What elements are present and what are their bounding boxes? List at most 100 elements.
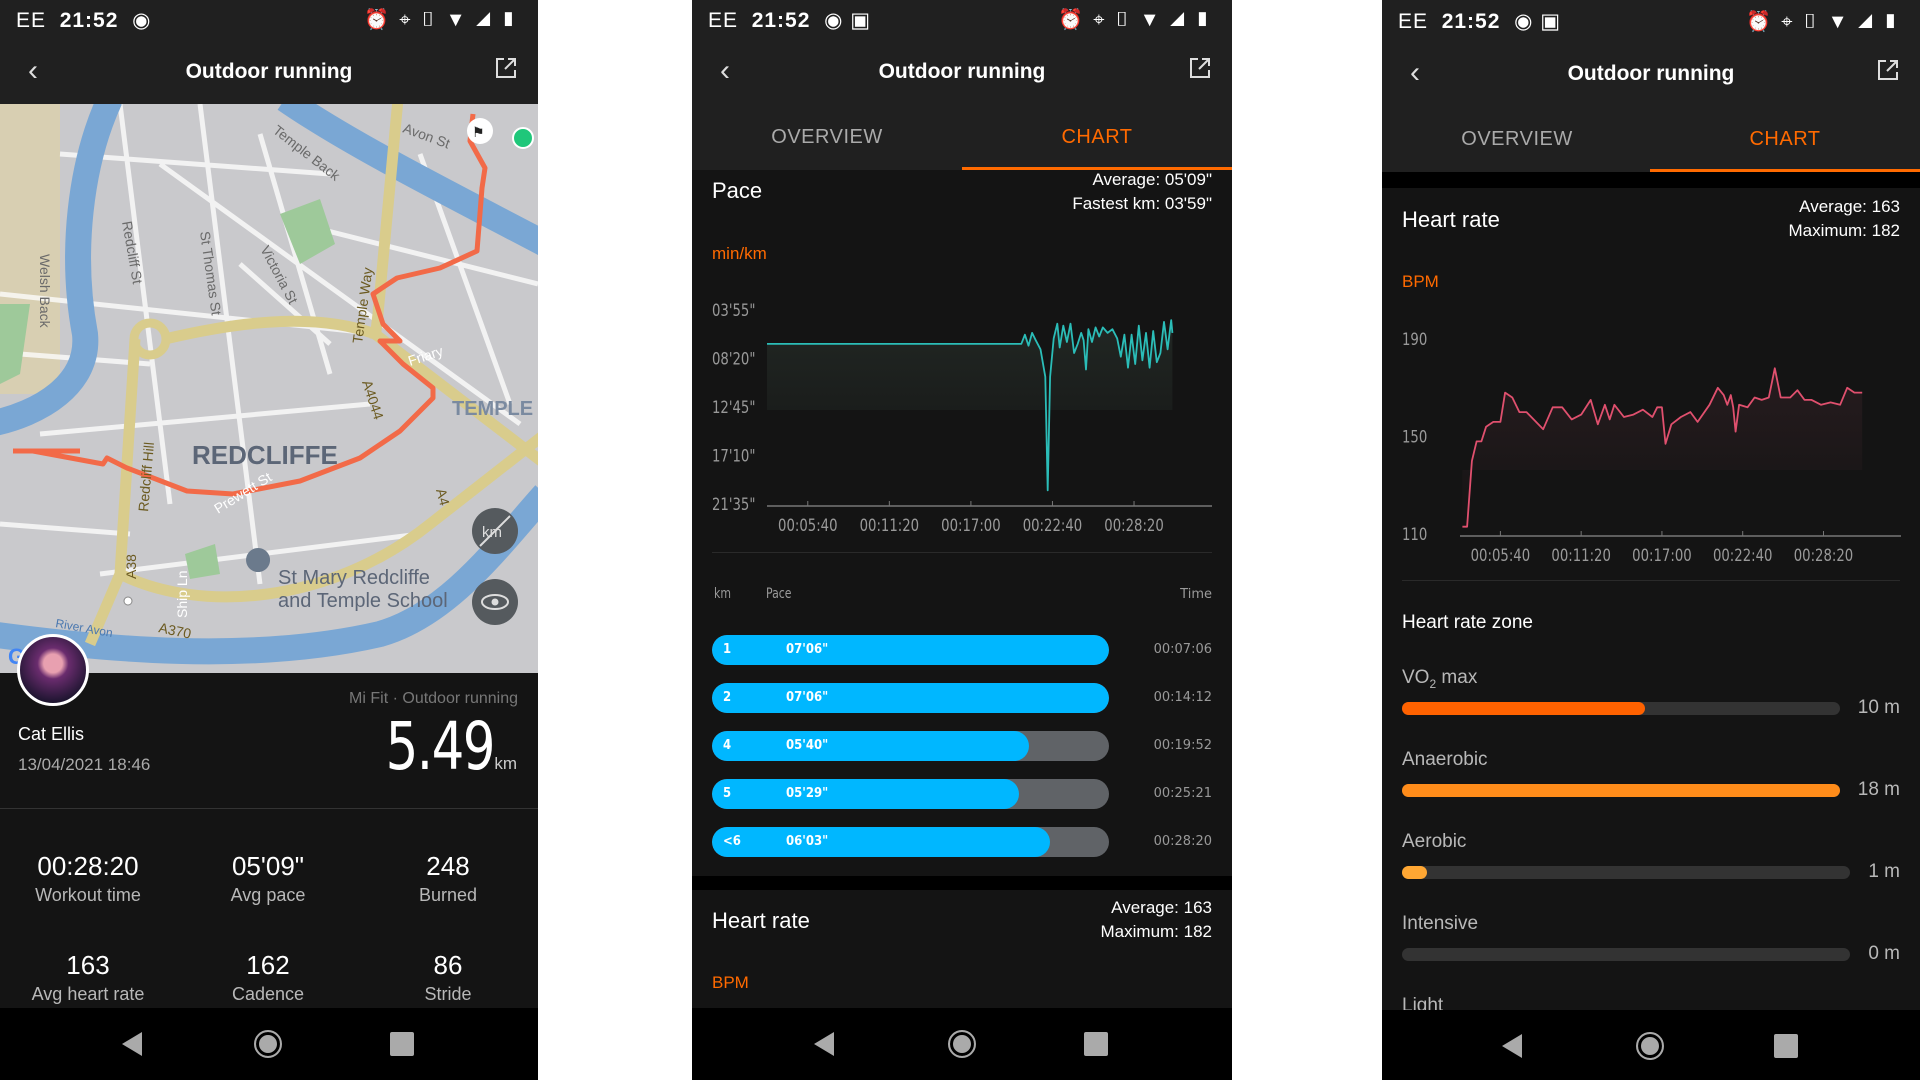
- hr-average: Average: 163: [1799, 197, 1900, 216]
- clock: 21:52: [751, 9, 811, 32]
- map-label: and Temple School: [278, 590, 448, 612]
- distance: 5.49km: [355, 708, 517, 785]
- x-tick-label: 00:28:20: [1794, 545, 1854, 565]
- hr-maximum: Maximum: 182: [1788, 221, 1900, 240]
- nav-home-icon[interactable]: [1636, 1032, 1664, 1060]
- zone-label: VO2 max: [1402, 667, 1478, 691]
- x-tick-label: 00:28:20: [1104, 515, 1164, 535]
- split-pace: 06'03": [786, 834, 829, 849]
- tab-bar: OVERVIEW CHART: [692, 104, 1232, 170]
- tab-chart[interactable]: CHART: [1650, 128, 1920, 151]
- zone-label: Intensive: [1402, 913, 1479, 934]
- stat-label: Stride: [424, 984, 472, 1004]
- overview-screen: EE 21:52 ◉ ⏰⌖▯▼◢▮ ‹ Outdoor running Temp…: [0, 0, 538, 1080]
- android-nav-bar: [692, 1008, 1232, 1080]
- split-bar-fill: [712, 635, 1109, 665]
- stat-label: Cadence: [231, 984, 305, 1004]
- split-time: 00:19:52: [1153, 738, 1212, 753]
- vibrate-icon: ▯: [1114, 9, 1140, 31]
- app-header: ‹ Outdoor running: [692, 40, 1232, 104]
- pace-fastest: Fastest km: 03'59": [1072, 194, 1212, 213]
- split-pace: 07'06": [786, 690, 829, 705]
- stat-value: 162: [246, 950, 290, 980]
- col-pace: Pace: [766, 586, 792, 602]
- y-tick-label: 12'45": [712, 397, 755, 417]
- clock: 21:52: [59, 9, 119, 32]
- area-fill: [1462, 368, 1863, 527]
- y-tick-label: 21'35": [712, 494, 755, 514]
- stat-value: 00:28:20: [37, 851, 139, 881]
- divider: [0, 808, 538, 809]
- zone-bar: [1402, 866, 1850, 879]
- nav-back-icon[interactable]: [814, 1032, 834, 1056]
- x-tick-label: 00:22:40: [1023, 515, 1083, 535]
- x-tick-label: 00:17:00: [941, 515, 1001, 535]
- nav-recents-icon[interactable]: [1774, 1034, 1798, 1058]
- nav-home-icon[interactable]: [948, 1030, 976, 1058]
- zone-bar: [1402, 948, 1850, 961]
- zone-value: 18 m: [1857, 779, 1900, 800]
- share-icon[interactable]: [494, 56, 518, 80]
- zones-title: Heart rate zone: [1402, 612, 1533, 633]
- x-tick-label: 00:17:00: [1632, 545, 1692, 565]
- zone-bar-fill: [1402, 784, 1840, 797]
- stat-label: Burned: [418, 885, 478, 905]
- play-circle-icon: ◉: [132, 9, 152, 32]
- zone-bar-fill: [1402, 866, 1427, 879]
- image-icon: ▣: [1540, 10, 1562, 33]
- share-icon[interactable]: [1876, 58, 1900, 82]
- map-label: St Mary Redcliffe: [278, 567, 430, 589]
- zone-bar: [1402, 784, 1840, 797]
- zone-label: Anaerobic: [1402, 749, 1488, 770]
- alarm-icon: ⏰: [364, 9, 400, 31]
- share-icon[interactable]: [1188, 56, 1212, 80]
- svg-text:⚑: ⚑: [472, 124, 485, 140]
- split-pace: 05'40": [786, 738, 829, 753]
- avatar[interactable]: [17, 634, 89, 706]
- user-name: Cat Ellis: [18, 724, 85, 744]
- split-time: 00:28:20: [1153, 834, 1212, 849]
- nav-back-icon[interactable]: [1502, 1034, 1522, 1058]
- vibrate-icon: ▯: [1802, 11, 1828, 33]
- zone-value: 0 m: [1868, 943, 1900, 964]
- km-markers-toggle-icon[interactable]: km: [472, 508, 518, 554]
- tab-overview[interactable]: OVERVIEW: [1382, 128, 1652, 151]
- play-circle-icon: ◉: [1514, 10, 1534, 33]
- zone-value: 10 m: [1857, 697, 1900, 718]
- divider: [712, 552, 1212, 553]
- nav-back-icon[interactable]: [122, 1032, 142, 1056]
- android-nav-bar: [1382, 1010, 1920, 1080]
- tab-bar: OVERVIEW CHART: [1382, 106, 1920, 172]
- status-bar: EE 21:52 ◉ ▣ ⏰⌖▯▼◢▮: [692, 0, 1232, 40]
- y-tick-label: 110: [1402, 524, 1427, 544]
- zone-label: Aerobic: [1402, 831, 1467, 852]
- section-gap: [1382, 172, 1920, 188]
- split-km: 1: [723, 642, 732, 657]
- source-label: Mi Fit · Outdoor running: [349, 690, 518, 707]
- carrier: EE: [1398, 10, 1429, 33]
- x-tick-label: 00:05:40: [1471, 545, 1531, 565]
- tab-chart[interactable]: CHART: [962, 126, 1232, 149]
- x-tick-label: 00:11:20: [1551, 545, 1611, 565]
- wifi-icon: ▼: [1139, 9, 1170, 31]
- route-map[interactable]: Temple Back Avon St Redcliff St St Thoma…: [0, 104, 538, 673]
- eye-icon[interactable]: [472, 579, 518, 625]
- distance-value: 5.49: [385, 708, 496, 785]
- hr-average: Average: 163: [1111, 898, 1212, 917]
- stat-label: Avg heart rate: [31, 984, 145, 1004]
- x-tick-label: 00:22:40: [1713, 545, 1773, 565]
- chart-screen-pace: EE 21:52 ◉ ▣ ⏰⌖▯▼◢▮ ‹ Outdoor running OV…: [692, 0, 1232, 1080]
- map-label: TEMPLE: [452, 398, 533, 420]
- hr-unit: BPM: [1402, 272, 1439, 291]
- nav-recents-icon[interactable]: [390, 1032, 414, 1056]
- stat-value: 163: [66, 950, 110, 980]
- nav-home-icon[interactable]: [254, 1030, 282, 1058]
- alarm-icon: ⏰: [1746, 11, 1782, 33]
- map-label: A38: [123, 554, 139, 579]
- nav-recents-icon[interactable]: [1084, 1032, 1108, 1056]
- stat-value: 86: [433, 950, 463, 980]
- zone-value: 1 m: [1868, 861, 1900, 882]
- split-time: 00:07:06: [1153, 642, 1212, 657]
- split-km: 2: [723, 690, 732, 705]
- tab-overview[interactable]: OVERVIEW: [692, 126, 962, 149]
